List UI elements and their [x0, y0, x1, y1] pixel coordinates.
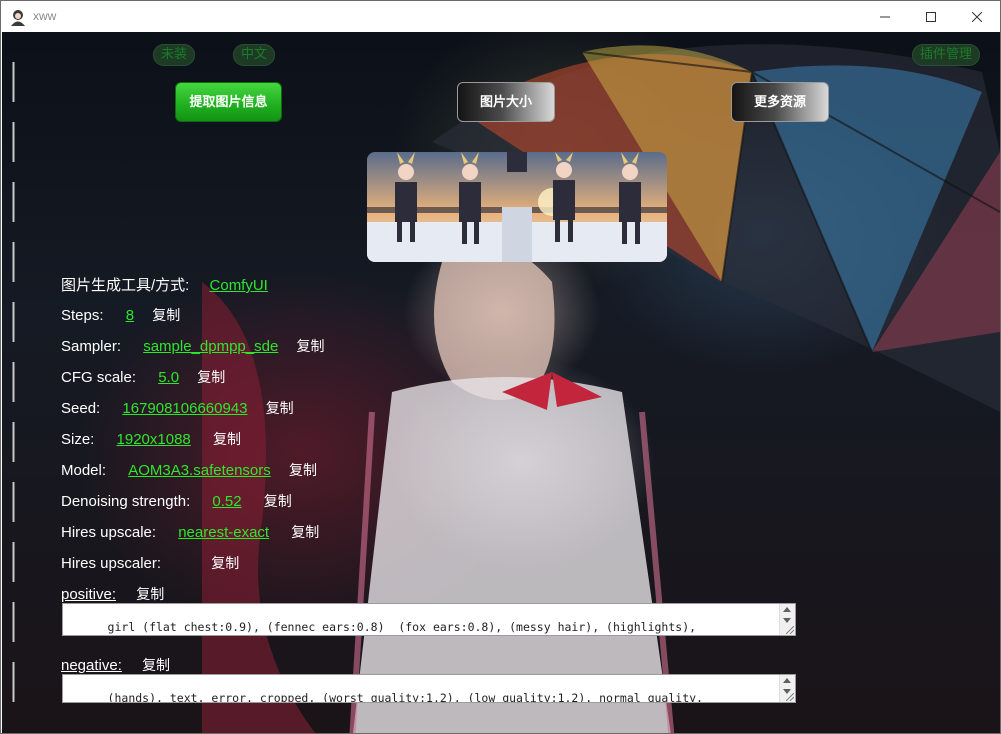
close-icon — [972, 11, 982, 22]
positive-label: positive: — [61, 586, 117, 603]
info-row-upscaler: Hires upscaler: 复制 — [61, 553, 239, 573]
info-row-size: Size: 1920x1088 复制 — [61, 429, 241, 449]
image-thumbnail — [367, 152, 667, 262]
seed-copy-button[interactable]: 复制 — [266, 401, 294, 417]
size-value-link[interactable]: 1920x1088 — [117, 431, 191, 448]
model-label: Model: — [61, 462, 107, 479]
info-row-seed: Seed: 167908106660943 复制 — [61, 398, 294, 418]
title-bar[interactable]: xww — [1, 1, 1000, 32]
cfg-value-link[interactable]: 5.0 — [158, 369, 179, 386]
info-row-steps: Steps: 8 复制 — [61, 305, 180, 325]
close-button[interactable] — [954, 1, 1000, 32]
left-edge-decoration — [12, 62, 15, 702]
info-row-denoise: Denoising strength: 0.52 复制 — [61, 491, 292, 511]
info-row-sampler: Sampler: sample_dpmpp_sde 复制 — [61, 336, 324, 356]
positive-prompt-text: girl (flat chest:0.9), (fennec ears:0.8)… — [107, 620, 697, 634]
maximize-icon — [926, 11, 936, 22]
cfg-copy-button[interactable]: 复制 — [197, 370, 225, 386]
pill-left-1[interactable]: 未装 — [153, 44, 195, 66]
upscale-value-link[interactable]: nearest-exact — [178, 524, 269, 541]
image-size-button[interactable]: 图片大小 — [457, 82, 555, 122]
seed-value-link[interactable]: 167908106660943 — [122, 400, 247, 417]
upscaler-label: Hires upscaler: — [61, 555, 162, 572]
size-copy-button[interactable]: 复制 — [213, 432, 241, 448]
model-value-link[interactable]: AOM3A3.safetensors — [128, 462, 271, 479]
scroll-up-icon[interactable] — [783, 607, 791, 612]
upscaler-copy-button[interactable]: 复制 — [211, 556, 239, 572]
denoise-value-link[interactable]: 0.52 — [212, 493, 241, 510]
denoise-label: Denoising strength: — [61, 493, 191, 510]
negative-prompt-text: (hands), text, error, cropped, (worst qu… — [107, 691, 703, 703]
info-row-upscale: Hires upscale: nearest-exact 复制 — [61, 522, 319, 542]
denoise-copy-button[interactable]: 复制 — [264, 494, 292, 510]
pill-left-2[interactable]: 中文 — [233, 44, 275, 66]
upscale-label: Hires upscale: — [61, 524, 157, 541]
window-title: xww — [33, 9, 57, 23]
app-window: xww 未装 中文 插件管理 提取图片信息 图片大小 更多资源 图片生成工具/方… — [0, 0, 1001, 734]
negative-label: negative: — [61, 657, 122, 674]
plugin-manager-pill[interactable]: 插件管理 — [912, 44, 980, 66]
main-content: 未装 中文 插件管理 提取图片信息 图片大小 更多资源 图片生成工具/方式: C… — [2, 32, 1000, 733]
scroll-down-icon[interactable] — [783, 618, 791, 623]
resize-grip-icon[interactable] — [786, 626, 794, 634]
size-label: Size: — [61, 431, 95, 448]
tool-value-link[interactable]: ComfyUI — [210, 277, 268, 294]
scroll-up-icon[interactable] — [783, 678, 791, 683]
info-row-cfg: CFG scale: 5.0 复制 — [61, 367, 225, 387]
model-copy-button[interactable]: 复制 — [289, 463, 317, 479]
app-avatar-icon — [11, 10, 25, 26]
negative-section-header: negative: 复制 — [61, 655, 170, 675]
info-row-model: Model: AOM3A3.safetensors 复制 — [61, 460, 317, 480]
sampler-label: Sampler: — [61, 338, 122, 355]
steps-label: Steps: — [61, 307, 104, 324]
minimize-icon — [880, 16, 890, 17]
steps-value-link[interactable]: 8 — [126, 307, 134, 324]
negative-prompt-textbox[interactable]: (hands), text, error, cropped, (worst qu… — [62, 674, 796, 703]
resize-grip-icon[interactable] — [786, 693, 794, 701]
more-resources-button[interactable]: 更多资源 — [731, 82, 829, 122]
positive-copy-button[interactable]: 复制 — [136, 587, 164, 603]
info-row-tool: 图片生成工具/方式: ComfyUI — [61, 274, 268, 295]
minimize-button[interactable] — [862, 1, 908, 32]
sampler-value-link[interactable]: sample_dpmpp_sde — [143, 338, 278, 355]
extract-image-info-button[interactable]: 提取图片信息 — [175, 82, 282, 122]
sampler-copy-button[interactable]: 复制 — [296, 339, 324, 355]
upscale-copy-button[interactable]: 复制 — [291, 525, 319, 541]
tool-label: 图片生成工具/方式: — [61, 277, 190, 294]
positive-prompt-textbox[interactable]: girl (flat chest:0.9), (fennec ears:0.8)… — [62, 603, 796, 636]
steps-copy-button[interactable]: 复制 — [152, 308, 180, 324]
cfg-label: CFG scale: — [61, 369, 137, 386]
positive-section-header: positive: 复制 — [61, 584, 164, 604]
maximize-button[interactable] — [908, 1, 954, 32]
seed-label: Seed: — [61, 400, 101, 417]
negative-copy-button[interactable]: 复制 — [142, 658, 170, 674]
